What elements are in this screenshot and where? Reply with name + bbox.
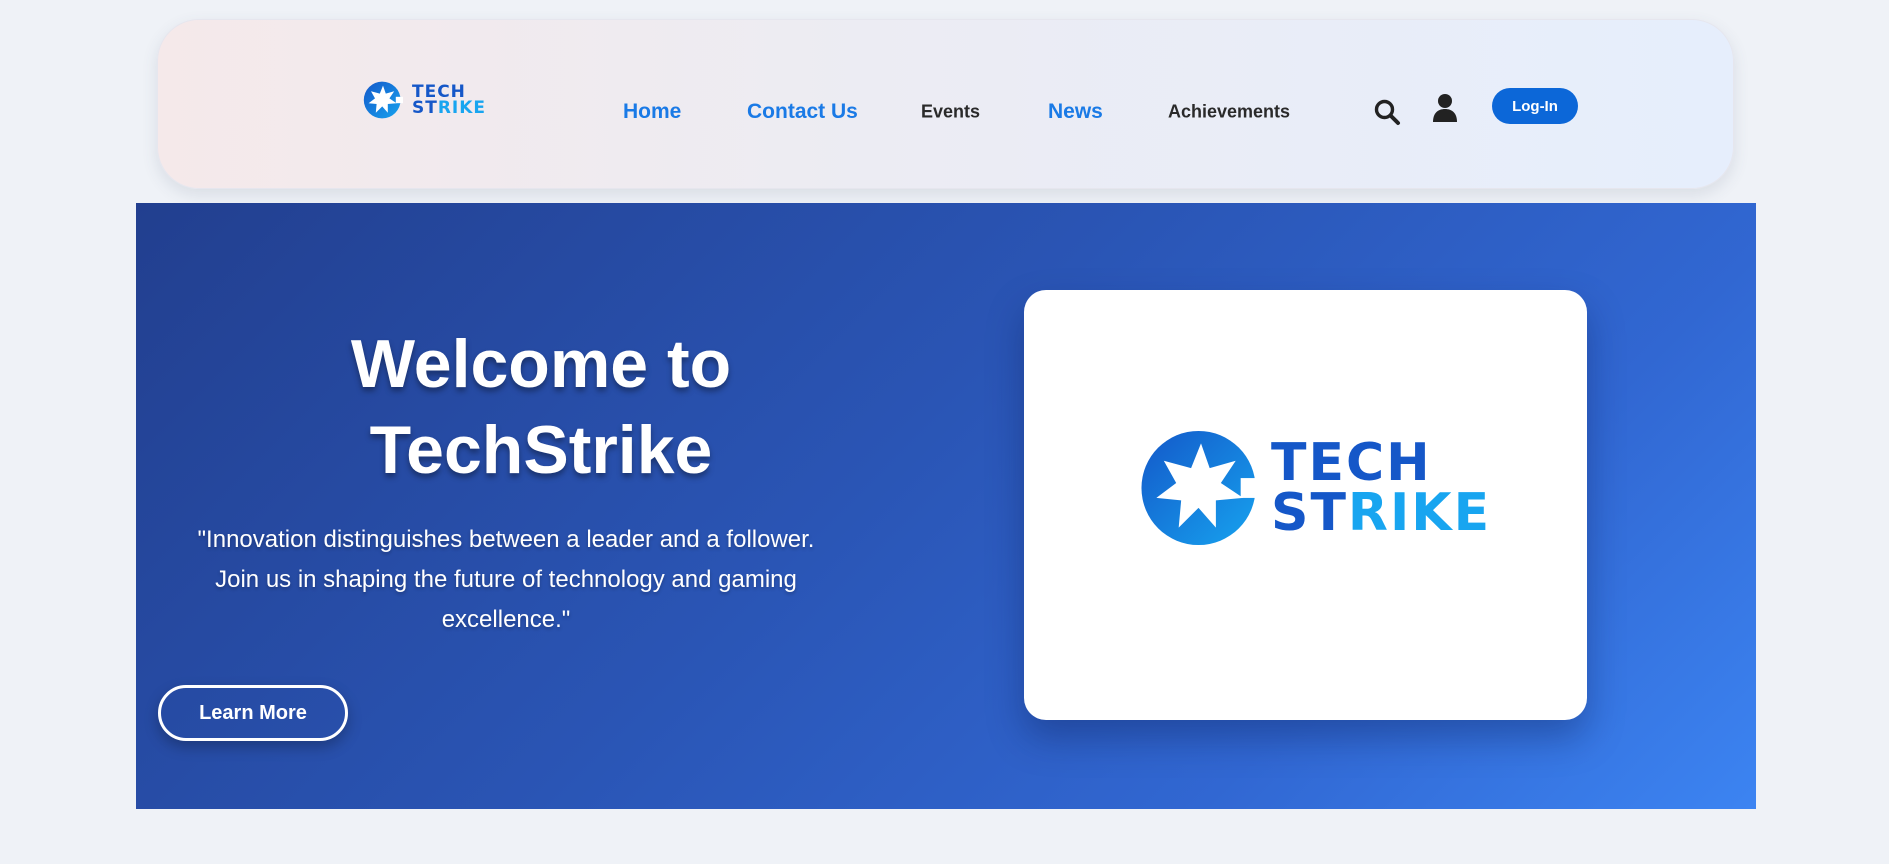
techstrike-logo-icon: [1141, 430, 1263, 546]
nav-link-contact-us[interactable]: Contact Us: [747, 100, 858, 124]
hero-title: Welcome to TechStrike: [226, 321, 856, 493]
hero-title-line2: TechStrike: [369, 412, 713, 488]
hero-quote-line1: "Innovation distinguishes between a lead…: [197, 526, 815, 553]
hero-title-line1: Welcome to: [350, 326, 732, 402]
nav-link-news[interactable]: News: [1048, 100, 1103, 124]
hero-section: Welcome to TechStrike "Innovation distin…: [136, 203, 1756, 809]
nav-link-events[interactable]: Events: [921, 102, 980, 123]
search-icon[interactable]: [1367, 92, 1407, 132]
nav-link-achievements[interactable]: Achievements: [1168, 102, 1290, 123]
card-logo-line2: STRIKE: [1271, 483, 1492, 543]
hero-quote-line2: Join us in shaping the future of technol…: [215, 566, 797, 593]
hero-quote-line3: excellence.": [441, 606, 571, 633]
card-logo: TECH STRIKE: [1139, 426, 1491, 550]
card-logo-line1: TECH: [1271, 433, 1432, 493]
hero-quote: "Innovation distinguishes between a lead…: [161, 520, 851, 640]
card-logo-text: TECH STRIKE: [1271, 433, 1492, 543]
navbar: TECH STRIKE Home Contact Us Events News …: [157, 19, 1734, 189]
learn-more-button[interactable]: Learn More: [158, 685, 348, 741]
user-icon[interactable]: [1425, 88, 1465, 128]
nav-link-home[interactable]: Home: [623, 100, 681, 124]
hero-logo-card: TECH STRIKE: [1024, 290, 1587, 720]
login-button[interactable]: Log-In: [1492, 88, 1578, 124]
